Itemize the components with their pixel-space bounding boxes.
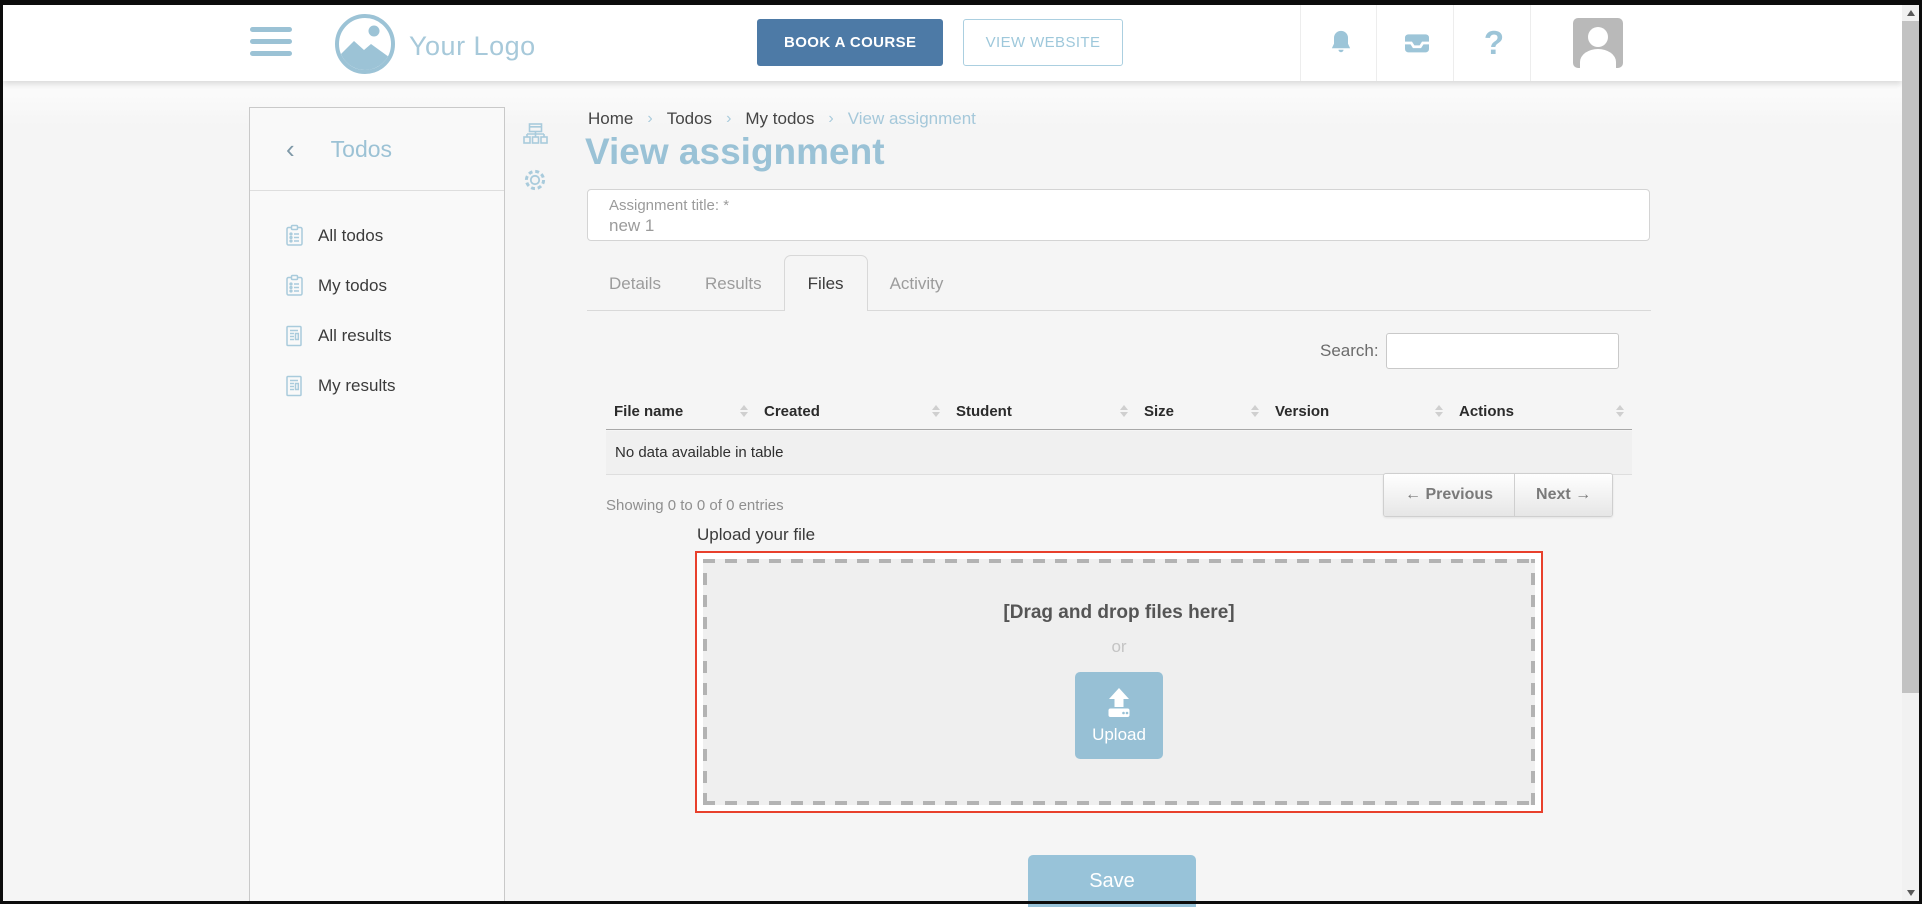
header-divider [1530, 5, 1531, 81]
file-dropzone[interactable]: [Drag and drop files here] or Upload [695, 551, 1543, 813]
breadcrumb-separator: › [828, 110, 833, 128]
notifications-bell-icon[interactable] [1318, 5, 1364, 81]
tab-bar: Details Results Files Activity [587, 255, 1651, 311]
table-info-text: Showing 0 to 0 of 0 entries [606, 497, 784, 514]
sidebar-item-label: My results [318, 376, 395, 396]
inbox-tray-icon[interactable] [1394, 5, 1440, 81]
sort-icon[interactable] [1120, 405, 1128, 417]
table-empty-message: No data available in table [606, 431, 1632, 475]
sidebar: ‹ Todos All todos [249, 107, 505, 901]
app-header: Your Logo BOOK A COURSE VIEW WEBSITE ? [3, 5, 1902, 81]
tab-activity[interactable]: Activity [868, 257, 966, 311]
previous-page-button[interactable]: ← Previous [1384, 474, 1514, 516]
header-divider [1300, 5, 1301, 81]
logo-text: Your Logo [409, 31, 536, 62]
search-label: Search: [1320, 341, 1379, 361]
todo-list-icon [282, 223, 308, 249]
dropzone-dashed-area: [Drag and drop files here] or Upload [703, 559, 1535, 805]
assignment-title-value: new 1 [609, 215, 1649, 236]
table-header-row: File name Created Student Size Version A… [606, 393, 1632, 430]
sidebar-item-my-todos[interactable]: My todos [250, 261, 504, 311]
results-doc-icon [282, 323, 308, 349]
column-header-size[interactable]: Size [1136, 393, 1267, 429]
sort-icon[interactable] [1616, 405, 1624, 417]
header-divider [1376, 5, 1377, 81]
column-header-student[interactable]: Student [948, 393, 1136, 429]
sidebar-item-all-results[interactable]: All results [250, 311, 504, 361]
help-icon[interactable]: ? [1471, 5, 1517, 81]
tab-files[interactable]: Files [784, 255, 868, 311]
column-header-created[interactable]: Created [756, 393, 948, 429]
logo-image-icon [333, 12, 397, 81]
assignment-title-field[interactable]: Assignment title: * new 1 [587, 189, 1650, 241]
tab-details[interactable]: Details [587, 257, 683, 311]
sidebar-title: Todos [331, 136, 392, 163]
sort-icon[interactable] [1435, 405, 1443, 417]
or-text: or [703, 637, 1535, 657]
sitemap-icon[interactable] [521, 121, 549, 149]
search-input[interactable] [1386, 333, 1619, 369]
scroll-up-icon[interactable] [1902, 5, 1919, 21]
sidebar-collapse-icon[interactable]: ‹ [286, 136, 295, 162]
column-header-actions[interactable]: Actions [1451, 393, 1632, 429]
breadcrumb-home[interactable]: Home [588, 109, 633, 129]
results-doc-icon [282, 373, 308, 399]
upload-arrow-icon [1101, 686, 1137, 723]
pagination: ← Previous Next → [1383, 473, 1613, 517]
user-avatar[interactable] [1573, 18, 1623, 68]
page-title: View assignment [585, 131, 885, 173]
sidebar-item-all-todos[interactable]: All todos [250, 211, 504, 261]
header-divider [1453, 5, 1454, 81]
breadcrumb-current: View assignment [848, 109, 976, 129]
sidebar-item-label: All todos [318, 226, 383, 246]
next-page-button[interactable]: Next → [1514, 474, 1612, 516]
logo: Your Logo [333, 12, 536, 81]
assignment-title-label: Assignment title: * [609, 196, 1649, 215]
breadcrumb-separator: › [726, 110, 731, 128]
view-website-button[interactable]: VIEW WEBSITE [963, 19, 1123, 66]
scrollbar-thumb[interactable] [1902, 21, 1919, 693]
upload-button[interactable]: Upload [1075, 672, 1163, 759]
drag-drop-text: [Drag and drop files here] [703, 602, 1535, 624]
breadcrumb-separator: › [647, 110, 652, 128]
sort-icon[interactable] [932, 405, 940, 417]
todo-list-icon [282, 273, 308, 299]
tab-results[interactable]: Results [683, 257, 784, 311]
upload-button-label: Upload [1092, 725, 1146, 745]
book-a-course-button[interactable]: BOOK A COURSE [757, 19, 943, 66]
sidebar-item-label: All results [318, 326, 392, 346]
breadcrumb-my-todos[interactable]: My todos [745, 109, 814, 129]
sidebar-header: ‹ Todos [250, 108, 504, 191]
hamburger-menu-icon[interactable] [250, 27, 292, 56]
column-header-file-name[interactable]: File name [606, 393, 756, 429]
table-search: Search: [1320, 333, 1619, 369]
sidebar-item-label: My todos [318, 276, 387, 296]
sort-icon[interactable] [1251, 405, 1259, 417]
breadcrumb: Home › Todos › My todos › View assignmen… [588, 109, 976, 129]
settings-gear-icon[interactable] [521, 166, 549, 194]
column-header-version[interactable]: Version [1267, 393, 1451, 429]
save-button[interactable]: Save [1028, 855, 1196, 907]
breadcrumb-todos[interactable]: Todos [667, 109, 712, 129]
sidebar-item-my-results[interactable]: My results [250, 361, 504, 411]
upload-section-label: Upload your file [697, 525, 815, 545]
sort-icon[interactable] [740, 405, 748, 417]
scroll-down-icon[interactable] [1902, 885, 1919, 901]
vertical-scrollbar[interactable] [1902, 5, 1919, 901]
